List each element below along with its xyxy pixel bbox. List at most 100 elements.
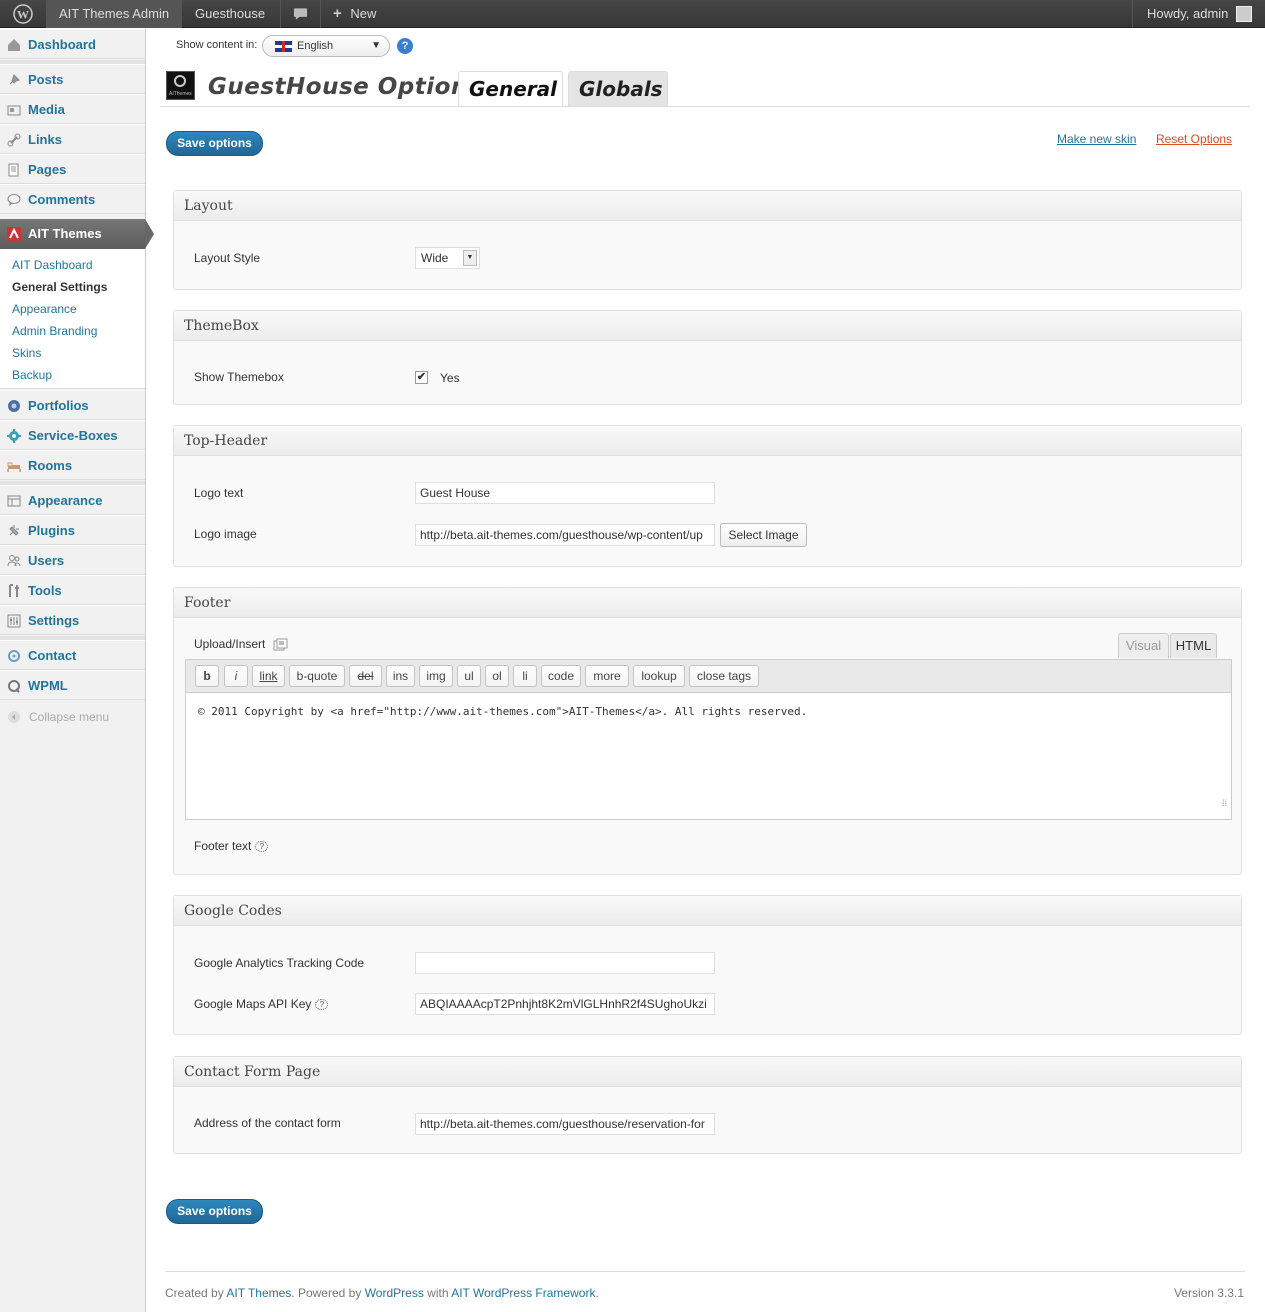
upload-insert-text: Upload/Insert <box>194 637 266 651</box>
section-title: Contact Form Page <box>174 1057 1241 1087</box>
qt-ins-button[interactable]: ins <box>386 665 415 687</box>
tab-globals[interactable]: Globals <box>568 71 668 106</box>
layout-style-select[interactable]: Wide ▼ <box>415 247 480 269</box>
sidebar-label: Portfolios <box>28 398 89 413</box>
select-image-button[interactable]: Select Image <box>720 523 807 547</box>
editor-tab-html[interactable]: HTML <box>1170 633 1217 658</box>
version-text: Version 3.3.1 <box>1173 1286 1244 1300</box>
bed-icon <box>7 462 21 472</box>
sidebar-item-settings[interactable]: Settings <box>0 605 145 635</box>
submenu-general-settings[interactable]: General Settings <box>12 280 107 294</box>
tab-general[interactable]: General <box>458 71 563 107</box>
ait-logo-icon: AIThemes <box>166 71 195 100</box>
maps-api-key-input[interactable]: ABQIAAAAcpT2Pnhjht8K2mVlGLHnhR2f4SUghoUk… <box>415 993 715 1015</box>
collapse-menu-button[interactable]: Collapse menu <box>0 704 145 730</box>
sidebar-item-service-boxes[interactable]: Service-Boxes <box>0 420 145 450</box>
footer-created-by: Created by <box>165 1286 224 1300</box>
save-options-button-bottom[interactable]: Save options <box>166 1199 263 1224</box>
logo-image-input[interactable]: http://beta.ait-themes.com/guesthouse/wp… <box>415 524 715 546</box>
media-upload-icon[interactable] <box>273 638 288 652</box>
upload-insert-label[interactable]: Upload/Insert <box>194 637 288 652</box>
qt-ul-button[interactable]: ul <box>457 665 481 687</box>
sidebar-item-wpml[interactable]: WPML <box>0 670 145 700</box>
logo-text-input[interactable]: Guest House <box>415 482 715 504</box>
sidebar-item-contact[interactable]: Contact <box>0 640 145 670</box>
footer-powered-by: . Powered by <box>291 1286 362 1300</box>
analytics-input[interactable] <box>415 952 715 974</box>
themebox-yes-label: Yes <box>440 371 460 385</box>
maps-api-key-label: Google Maps API Key? <box>194 997 329 1011</box>
guesthouse-link[interactable]: Guesthouse <box>181 0 280 28</box>
qt-code-button[interactable]: code <box>541 665 581 687</box>
sidebar-item-rooms[interactable]: Rooms <box>0 450 145 480</box>
help-icon[interactable]: ? <box>255 841 269 853</box>
save-options-button[interactable]: Save options <box>166 131 263 156</box>
sidebar-item-comments[interactable]: Comments <box>0 184 145 214</box>
gear-icon <box>7 429 21 443</box>
qt-more-button[interactable]: more <box>585 665 629 687</box>
reset-options-link[interactable]: Reset Options <box>1156 132 1232 146</box>
contact-address-label: Address of the contact form <box>194 1116 341 1130</box>
qt-italic-button[interactable]: i <box>224 665 248 687</box>
qt-li-button[interactable]: li <box>513 665 537 687</box>
sidebar-item-users[interactable]: Users <box>0 545 145 575</box>
footer-framework-link[interactable]: AIT WordPress Framework <box>451 1286 595 1300</box>
site-name-link[interactable]: AIT Themes Admin <box>46 0 181 28</box>
wordpress-logo-icon[interactable]: W <box>0 0 46 28</box>
make-new-skin-link[interactable]: Make new skin <box>1057 132 1136 146</box>
sidebar-item-portfolios[interactable]: Portfolios <box>0 390 145 420</box>
submenu-admin-branding[interactable]: Admin Branding <box>12 324 97 338</box>
qt-bquote-button[interactable]: b-quote <box>289 665 345 687</box>
plus-icon: + <box>333 5 342 22</box>
qt-del-button[interactable]: del <box>349 665 382 687</box>
sidebar-item-ait-themes[interactable]: AIT Themes <box>0 219 154 249</box>
submenu-skins[interactable]: Skins <box>12 346 41 360</box>
maps-api-key-label-text: Google Maps API Key <box>194 997 312 1011</box>
show-content-label: Show content in: <box>176 39 258 51</box>
qt-link-button[interactable]: link <box>252 665 285 687</box>
qt-lookup-button[interactable]: lookup <box>633 665 685 687</box>
sidebar-item-media[interactable]: Media <box>0 94 145 124</box>
qt-ol-button[interactable]: ol <box>485 665 509 687</box>
footer-text-editor[interactable]: © 2011 Copyright by <a href="http://www.… <box>185 692 1232 820</box>
footer-with: with <box>427 1286 449 1300</box>
sidebar-label: WPML <box>28 678 68 693</box>
sidebar-item-plugins[interactable]: Plugins <box>0 515 145 545</box>
sidebar-item-pages[interactable]: Pages <box>0 154 145 184</box>
new-content-button[interactable]: + New <box>321 0 388 28</box>
language-value: English <box>297 40 334 52</box>
contact-form-section: Contact Form Page Address of the contact… <box>173 1056 1242 1154</box>
sidebar-item-dashboard[interactable]: Dashboard <box>0 29 145 59</box>
comments-icon[interactable] <box>281 0 320 28</box>
submenu-appearance[interactable]: Appearance <box>12 302 77 316</box>
submenu-ait-dashboard[interactable]: AIT Dashboard <box>12 258 93 272</box>
chevron-down-icon: ▼ <box>371 40 381 51</box>
sidebar-label: AIT Themes <box>28 226 102 241</box>
comment-icon <box>7 194 21 206</box>
help-icon[interactable]: ? <box>397 38 413 54</box>
media-icon <box>7 105 21 116</box>
qt-img-button[interactable]: img <box>419 665 453 687</box>
qt-close-tags-button[interactable]: close tags <box>689 665 759 687</box>
section-title: Google Codes <box>174 896 1241 926</box>
footer-text-label: Footer text? <box>194 839 269 853</box>
footer-ait-themes-link[interactable]: AIT Themes <box>226 1286 291 1300</box>
avatar[interactable] <box>1236 6 1252 22</box>
sidebar-label: Settings <box>28 613 80 628</box>
settings-icon <box>7 614 21 628</box>
footer-wordpress-link[interactable]: WordPress <box>365 1286 424 1300</box>
sidebar-item-links[interactable]: Links <box>0 124 145 154</box>
qt-bold-button[interactable]: b <box>195 665 219 687</box>
top-header-section: Top-Header Logo text Guest House Logo im… <box>173 425 1242 567</box>
chevron-down-icon: ▼ <box>463 250 477 266</box>
help-icon[interactable]: ? <box>315 999 329 1011</box>
submenu-backup[interactable]: Backup <box>12 368 52 382</box>
language-select[interactable]: English ▼ <box>262 35 390 57</box>
editor-tab-visual[interactable]: Visual <box>1118 633 1169 658</box>
resize-handle-icon[interactable]: ⁞⁞ <box>1222 798 1227 809</box>
sidebar-item-tools[interactable]: Tools <box>0 575 145 605</box>
sidebar-item-posts[interactable]: Posts <box>0 64 145 94</box>
sidebar-item-appearance[interactable]: Appearance <box>0 485 145 515</box>
show-themebox-checkbox[interactable]: ✔ <box>415 371 428 384</box>
contact-address-input[interactable]: http://beta.ait-themes.com/guesthouse/re… <box>415 1113 715 1135</box>
